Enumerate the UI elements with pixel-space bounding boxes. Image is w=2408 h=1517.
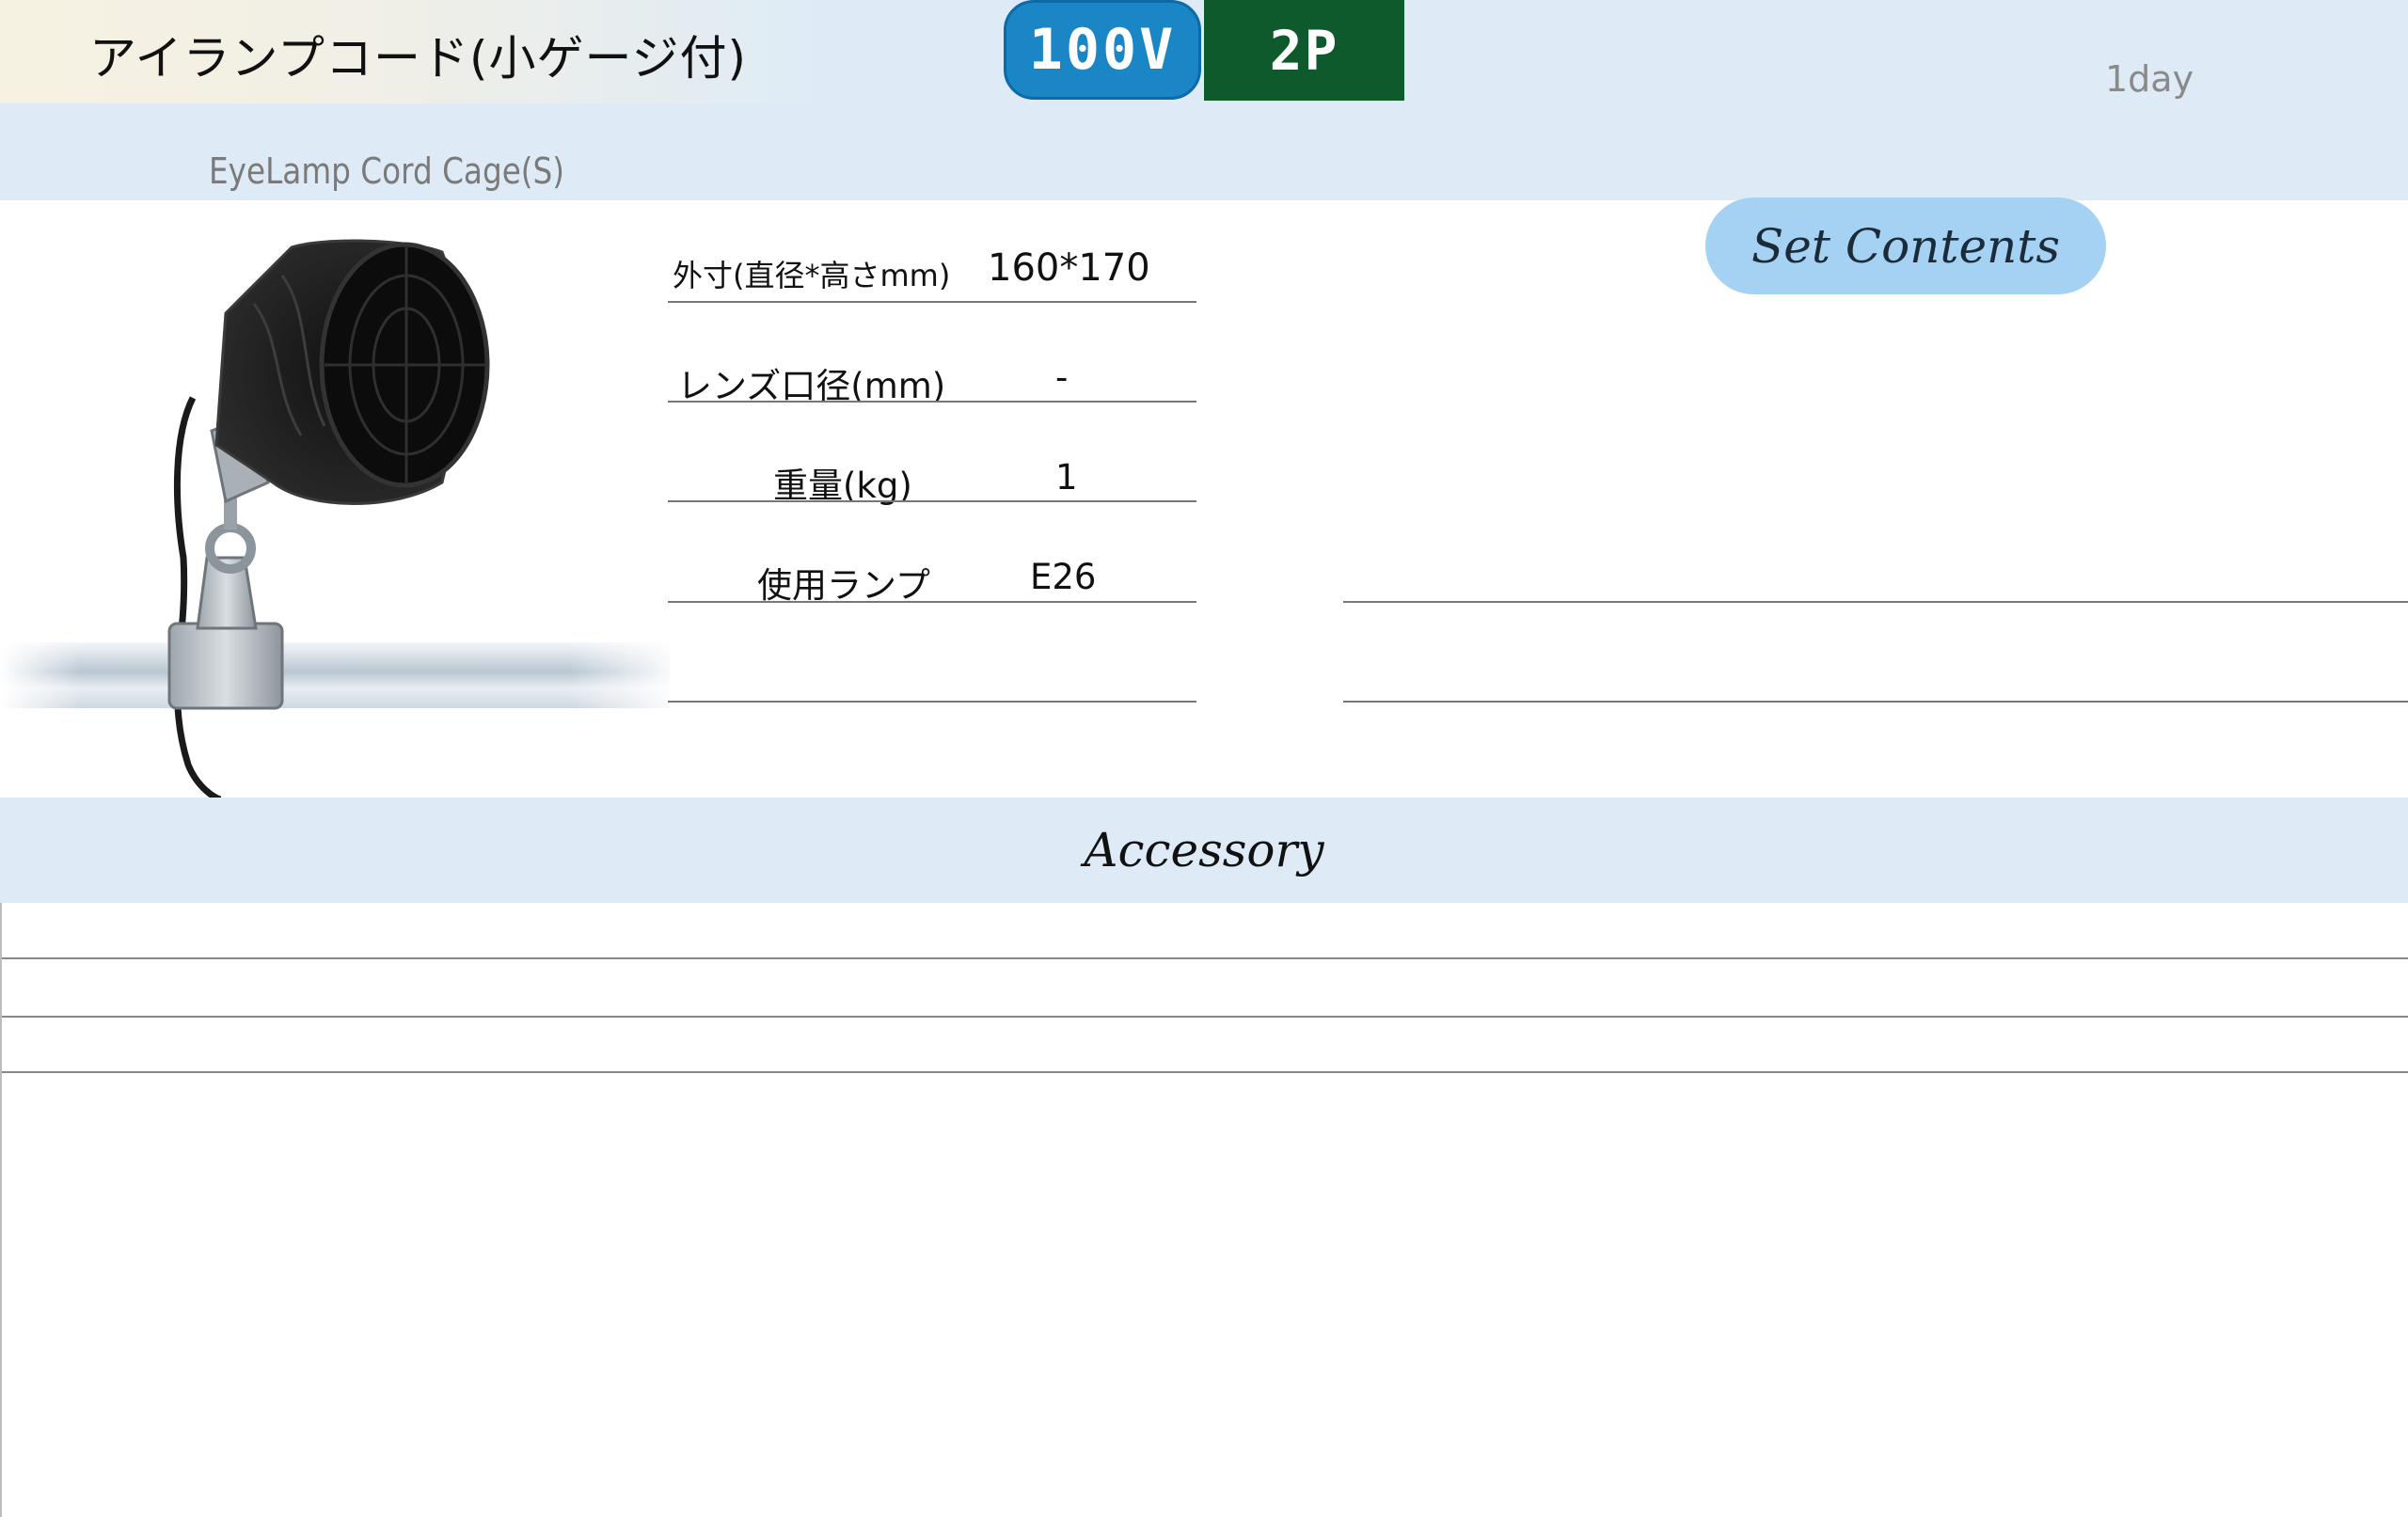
accessory-left-border — [0, 903, 2, 1517]
accessory-header: Accessory — [0, 798, 2408, 903]
product-title: アイランプコード(小ゲージ付) — [89, 31, 748, 86]
spec-divider — [668, 500, 1196, 502]
accessory-title: Accessory — [1084, 823, 1324, 877]
set-contents-divider — [1343, 601, 2408, 603]
spec-divider — [668, 401, 1196, 403]
voltage-badge: 100V — [1004, 0, 1201, 100]
spec-value-lens-diameter: - — [1055, 357, 1069, 398]
accessory-row-divider — [0, 1071, 2408, 1073]
product-subtitle: EyeLamp Cord Cage(S) — [209, 150, 565, 192]
spec-divider — [668, 301, 1196, 303]
spec-value-dimensions: 160*170 — [988, 246, 1150, 290]
accessory-row-divider — [0, 1016, 2408, 1018]
spec-label-dimensions: 外寸(直径*高さmm) — [673, 258, 951, 293]
spec-divider — [668, 601, 1196, 603]
spec-label-lamp-type: 使用ランプ — [757, 565, 930, 606]
set-contents-label: Set Contents — [1705, 198, 2106, 294]
spec-value-lamp-type: E26 — [1030, 557, 1097, 597]
eye-lamp-product-photo — [0, 239, 670, 799]
spec-value-weight: 1 — [1055, 457, 1078, 498]
set-contents-divider — [1343, 701, 2408, 703]
spec-divider — [668, 701, 1196, 703]
accessory-row-divider — [0, 957, 2408, 959]
rental-duration: 1day — [2105, 58, 2194, 100]
plug-badge: 2P — [1204, 0, 1404, 101]
